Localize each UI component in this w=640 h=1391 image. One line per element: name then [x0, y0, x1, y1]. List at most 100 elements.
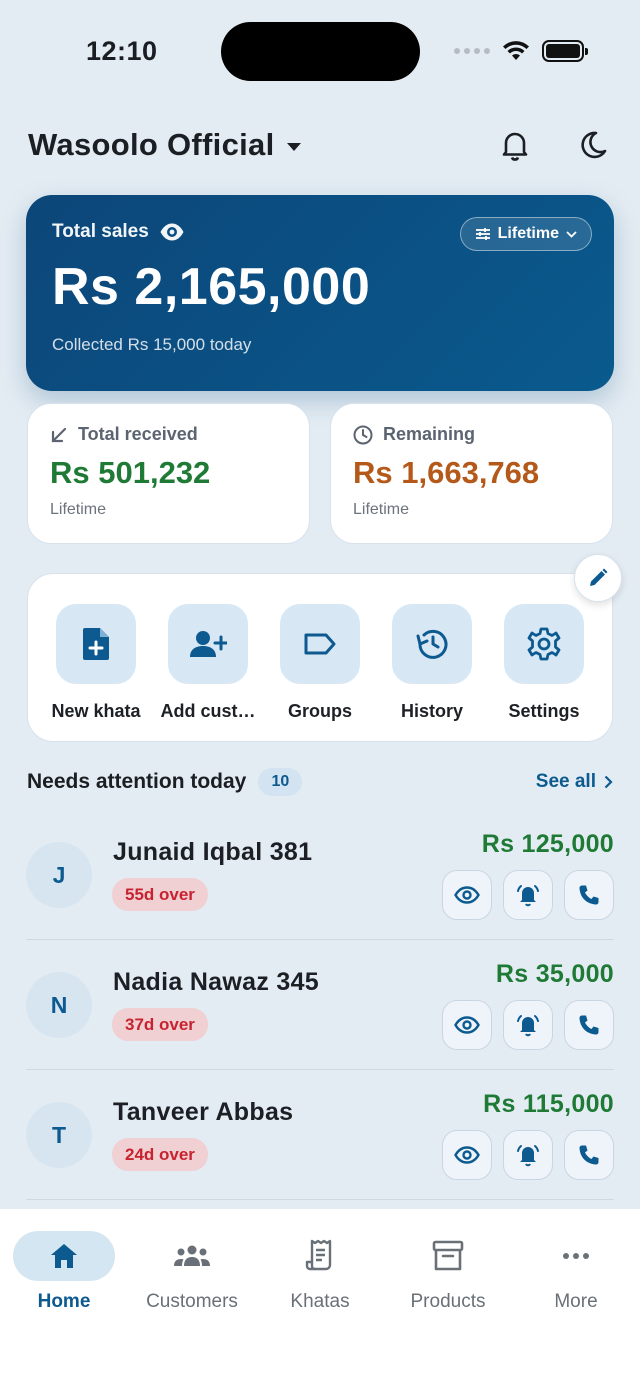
- overdue-badge: 24d over: [112, 1138, 208, 1171]
- total-sales-label: Total sales: [52, 221, 149, 242]
- new-file-icon[interactable]: [56, 604, 136, 684]
- eye-icon: [454, 1016, 480, 1034]
- bell-ring-icon: [517, 885, 539, 907]
- status-bar: 12:10: [0, 0, 640, 100]
- due-amount: Rs 115,000: [483, 1090, 614, 1118]
- overdue-badge: 55d over: [112, 878, 208, 911]
- tag-icon[interactable]: [280, 604, 360, 684]
- total-received-period: Lifetime: [50, 501, 107, 518]
- eye-icon: [454, 1146, 480, 1164]
- total-received-card[interactable]: Total received Rs 501,232 Lifetime: [27, 403, 310, 544]
- due-amount: Rs 125,000: [481, 830, 614, 858]
- action-add-customer[interactable]: Add cust…: [154, 604, 262, 741]
- call-button[interactable]: [564, 870, 614, 920]
- eye-icon[interactable]: [159, 222, 185, 242]
- call-button[interactable]: [564, 1130, 614, 1180]
- chevron-down-icon[interactable]: [286, 143, 301, 151]
- bell-icon[interactable]: [498, 128, 532, 162]
- bell-ring-icon: [517, 1145, 539, 1167]
- overdue-badge: 37d over: [112, 1008, 208, 1041]
- wifi-icon: [503, 41, 529, 60]
- period-filter-button[interactable]: Lifetime: [459, 217, 592, 251]
- sliders-icon: [475, 228, 490, 240]
- total-sales-card[interactable]: Total sales Lifetime Rs 2,165,000 Collec…: [26, 195, 614, 391]
- pencil-icon: [590, 568, 608, 586]
- avatar: J: [26, 842, 92, 908]
- action-label: Groups: [287, 701, 352, 721]
- customer-name: Junaid Iqbal 381: [113, 838, 313, 866]
- customer-row[interactable]: J Junaid Iqbal 381 55d over Rs 125,000: [26, 810, 614, 940]
- nav-label: More: [554, 1291, 598, 1312]
- action-label: New khata: [51, 701, 141, 721]
- customers-icon: [174, 1245, 210, 1266]
- history-icon[interactable]: [392, 604, 472, 684]
- dynamic-island: [221, 22, 420, 81]
- action-label: History: [400, 701, 463, 721]
- remind-button[interactable]: [503, 870, 553, 920]
- status-icons: [454, 40, 588, 62]
- nav-products[interactable]: Products: [384, 1231, 512, 1313]
- count-badge: 10: [258, 768, 303, 796]
- edit-actions-button[interactable]: [574, 554, 622, 602]
- customer-name: Tanveer Abbas: [113, 1098, 294, 1126]
- receipt-icon: [305, 1239, 332, 1271]
- chevron-down-icon: [566, 230, 577, 238]
- gear-icon[interactable]: [504, 604, 584, 684]
- total-received-label: Total received: [78, 424, 198, 444]
- see-all-label: See all: [535, 771, 596, 792]
- customer-row[interactable]: T Tanveer Abbas 24d over Rs 115,000: [26, 1070, 614, 1200]
- bottom-navigation: Home Customers Khatas Products More: [0, 1209, 640, 1391]
- action-label: Add cust…: [160, 701, 256, 721]
- action-label: Settings: [508, 701, 580, 721]
- clock-icon: [353, 425, 373, 444]
- customer-row[interactable]: N Nadia Nawaz 345 37d over Rs 35,000: [26, 940, 614, 1070]
- view-button[interactable]: [442, 1000, 492, 1050]
- remaining-label: Remaining: [383, 424, 476, 444]
- nav-khatas[interactable]: Khatas: [256, 1231, 384, 1313]
- phone-icon: [579, 1145, 599, 1165]
- call-button[interactable]: [564, 1000, 614, 1050]
- add-user-icon[interactable]: [168, 604, 248, 684]
- business-switcher[interactable]: Wasoolo Official: [28, 127, 275, 163]
- remaining-card[interactable]: Remaining Rs 1,663,768 Lifetime: [330, 403, 613, 544]
- total-received-value: Rs 501,232: [50, 455, 211, 490]
- signal-icon: [454, 48, 490, 54]
- action-history[interactable]: History: [378, 604, 486, 741]
- phone-icon: [579, 885, 599, 905]
- nav-label: Home: [37, 1291, 91, 1312]
- action-groups[interactable]: Groups: [266, 604, 374, 741]
- archive-icon: [432, 1240, 464, 1271]
- action-settings[interactable]: Settings: [490, 604, 598, 741]
- arrow-down-left-icon: [51, 427, 67, 442]
- view-button[interactable]: [442, 1130, 492, 1180]
- remind-button[interactable]: [503, 1000, 553, 1050]
- nav-home[interactable]: Home: [0, 1231, 128, 1313]
- view-button[interactable]: [442, 870, 492, 920]
- section-title: Needs attention today: [27, 770, 247, 793]
- needs-attention-header: Needs attention today 10 See all: [27, 766, 613, 798]
- more-icon: [563, 1253, 589, 1259]
- phone-icon: [579, 1015, 599, 1035]
- status-time: 12:10: [86, 36, 158, 66]
- customer-name: Nadia Nawaz 345: [113, 968, 319, 996]
- total-sales-amount: Rs 2,165,000: [52, 258, 371, 316]
- bell-ring-icon: [517, 1015, 539, 1037]
- chevron-right-icon: [604, 775, 613, 789]
- due-amount: Rs 35,000: [495, 960, 614, 988]
- nav-more[interactable]: More: [512, 1231, 640, 1313]
- avatar: N: [26, 972, 92, 1038]
- quick-actions-card: New khata Add cust… Groups History Setti…: [27, 573, 613, 742]
- eye-icon: [454, 886, 480, 904]
- remaining-period: Lifetime: [353, 501, 410, 518]
- battery-icon: [542, 40, 588, 62]
- home-icon: [51, 1244, 77, 1268]
- collected-today-text: Collected Rs 15,000 today: [52, 335, 252, 354]
- nav-label: Customers: [146, 1291, 238, 1312]
- app-header: Wasoolo Official: [28, 122, 612, 168]
- nav-label: Khatas: [290, 1291, 350, 1312]
- action-new-khata[interactable]: New khata: [42, 604, 150, 741]
- see-all-link[interactable]: See all: [536, 771, 613, 793]
- nav-customers[interactable]: Customers: [128, 1231, 256, 1313]
- remind-button[interactable]: [503, 1130, 553, 1180]
- moon-icon[interactable]: [576, 128, 610, 162]
